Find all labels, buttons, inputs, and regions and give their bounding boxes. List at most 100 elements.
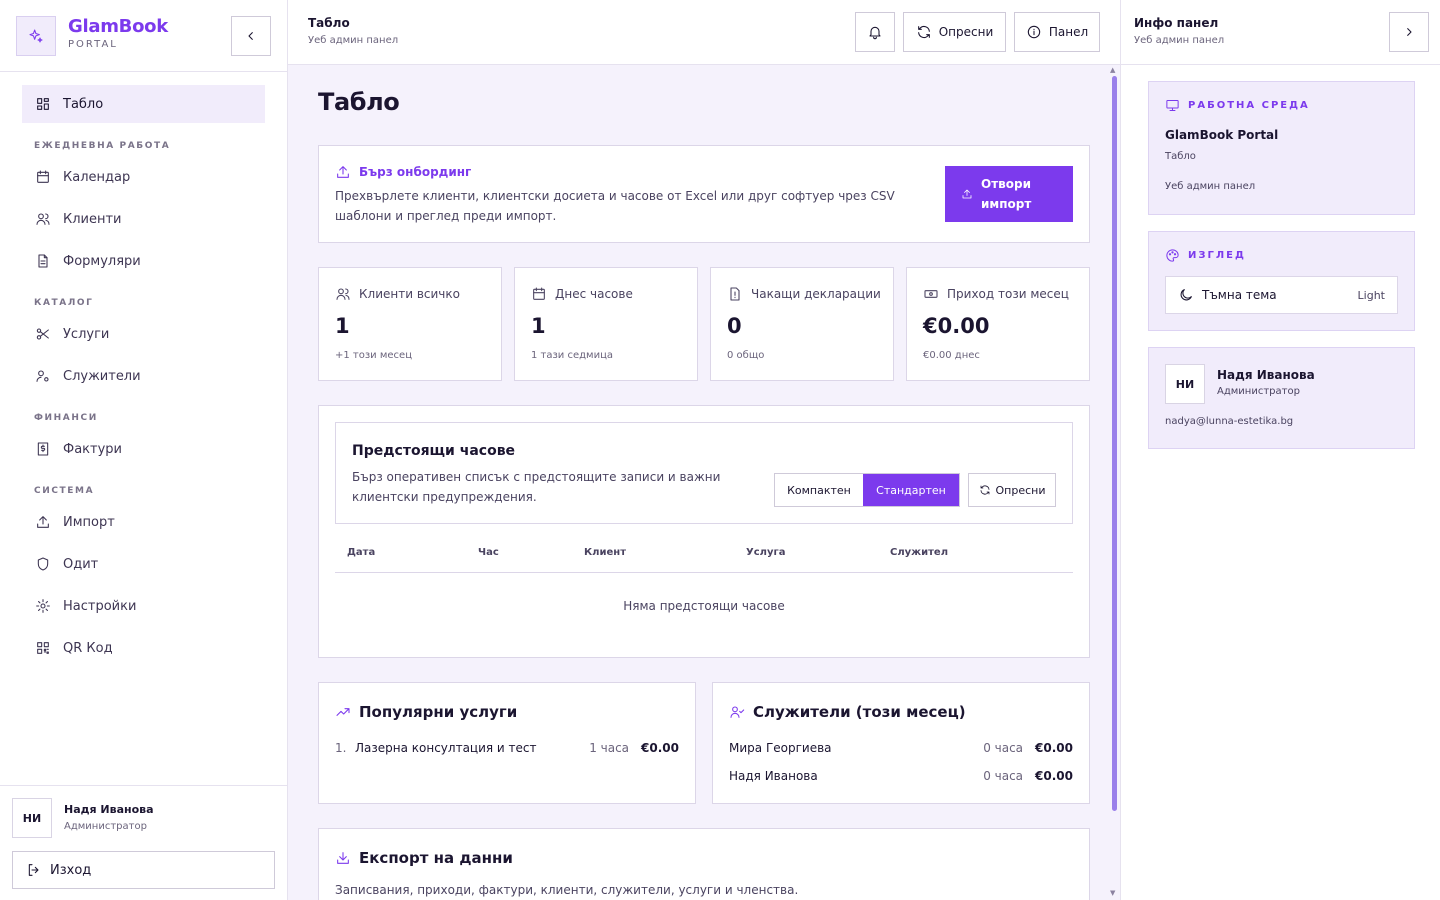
density-compact-button[interactable]: Компактен xyxy=(775,474,863,506)
sidebar-item-label: Клиенти xyxy=(63,211,122,227)
upcoming-title: Предстоящи часове xyxy=(352,443,516,459)
topbar: Табло Уеб админ панел Опресни Панел xyxy=(288,0,1120,65)
trending-up-icon xyxy=(336,708,350,716)
theme-label: Тъмна тема xyxy=(1202,288,1277,302)
staff-month-card: Служители (този месец) Мира Георгиева 0 … xyxy=(712,682,1090,804)
export-card: Експорт на данни Записвания, приходи, фа… xyxy=(318,828,1090,900)
sidebar-item-services[interactable]: Услуги xyxy=(22,315,265,353)
sidebar-item-calendar[interactable]: Календар xyxy=(22,158,265,196)
moon-icon xyxy=(1180,289,1192,301)
popular-title: Популярни услуги xyxy=(335,703,517,721)
user-cog-icon xyxy=(36,370,49,382)
avatar[interactable]: НИ xyxy=(12,798,52,838)
scroll-down-arrow[interactable]: ▼ xyxy=(1110,889,1115,897)
staff-title: Служители (този месец) xyxy=(729,703,966,721)
topbar-subtitle: Уеб админ панел xyxy=(308,35,399,46)
nav-section-finance: ФИНАНСИ xyxy=(34,413,98,423)
stat-value: 0 xyxy=(727,314,742,338)
stat-label: Днес часове xyxy=(531,286,633,302)
sparkle-logo-icon[interactable] xyxy=(16,16,56,56)
scroll-up-arrow[interactable]: ▲ xyxy=(1110,66,1115,74)
sidebar-item-label: Формуляри xyxy=(63,253,141,269)
stat-value: 1 xyxy=(531,314,546,338)
col-client[interactable]: Клиент xyxy=(584,547,626,558)
refresh-button[interactable]: Опресни xyxy=(903,12,1006,52)
user-card-email: nadya@lunna-estetika.bg xyxy=(1165,416,1294,427)
sidebar-item-staff[interactable]: Служители xyxy=(22,357,265,395)
stat-note: +1 този месец xyxy=(335,350,413,361)
sidebar-item-audit[interactable]: Одит xyxy=(22,545,265,583)
staff-hours: 0 часа xyxy=(983,769,1024,783)
sidebar-item-qr[interactable]: QR Код xyxy=(22,629,265,667)
palette-icon xyxy=(1166,249,1179,262)
user-card-name: Надя Иванова xyxy=(1217,368,1315,382)
upcoming-refresh-label: Опресни xyxy=(995,483,1046,497)
scissors-icon xyxy=(36,328,49,340)
col-date[interactable]: Дата xyxy=(347,547,375,558)
refresh-icon xyxy=(917,26,930,38)
logout-button[interactable]: Изход xyxy=(12,851,275,889)
main-scrollbar-thumb[interactable] xyxy=(1112,76,1117,811)
staff-amount: €0.00 xyxy=(1035,741,1073,755)
info-panel: Инфо панел Уеб админ панел РАБОТНА СРЕДА… xyxy=(1120,0,1440,900)
monitor-icon xyxy=(1166,100,1179,111)
export-text: Записвания, приходи, фактури, клиенти, с… xyxy=(335,883,799,897)
list-item: 1. Лазерна консултация и тест 1 часа €0.… xyxy=(335,738,679,758)
stat-card-revenue: Приход този месец €0.00 €0.00 днес xyxy=(906,267,1090,381)
collapse-sidebar-button[interactable] xyxy=(231,16,271,56)
stat-value: €0.00 xyxy=(923,314,990,338)
staff-name: Надя Иванова xyxy=(729,769,818,783)
sidebar: GlamBook PORTAL Табло ЕЖЕДНЕВНА РАБОТА К… xyxy=(0,0,288,900)
col-staff[interactable]: Служител xyxy=(890,547,948,558)
stat-card-clients: Клиенти всичко 1 +1 този месец xyxy=(318,267,502,381)
panel-label: Панел xyxy=(1048,25,1089,39)
info-panel-subtitle: Уеб админ панел xyxy=(1134,35,1225,46)
table-divider xyxy=(335,572,1073,573)
density-standard-button[interactable]: Стандартен xyxy=(863,474,959,506)
avatar[interactable]: НИ xyxy=(1165,364,1205,404)
close-panel-button[interactable] xyxy=(1389,12,1429,52)
stat-card-today: Днес часове 1 1 тази седмица xyxy=(514,267,698,381)
staff-amount: €0.00 xyxy=(1035,769,1073,783)
info-panel-title: Инфо панел xyxy=(1134,16,1219,30)
upcoming-card: Предстоящи часове Бърз оперативен списък… xyxy=(318,405,1090,658)
appearance-card: ИЗГЛЕД Тъмна тема Light xyxy=(1148,231,1415,331)
panel-button[interactable]: Панел xyxy=(1014,12,1100,52)
export-title: Експорт на данни xyxy=(335,849,513,867)
sidebar-item-invoices[interactable]: Фактури xyxy=(22,430,265,468)
chevron-left-icon xyxy=(248,32,253,40)
workspace-head-text: РАБОТНА СРЕДА xyxy=(1188,100,1310,111)
grid-icon xyxy=(37,98,49,110)
sidebar-item-forms[interactable]: Формуляри xyxy=(22,242,265,280)
dark-theme-toggle[interactable]: Тъмна тема Light xyxy=(1165,276,1398,314)
sidebar-item-dashboard[interactable]: Табло xyxy=(22,85,265,123)
sidebar-item-settings[interactable]: Настройки xyxy=(22,587,265,625)
refresh-label: Опресни xyxy=(938,25,994,39)
onboarding-title: Бърз онбординг xyxy=(335,164,471,180)
nav-section-daily: ЕЖЕДНЕВНА РАБОТА xyxy=(34,141,171,151)
list-item: Надя Иванова 0 часа €0.00 xyxy=(729,766,1073,786)
upcoming-refresh-button[interactable]: Опресни xyxy=(968,473,1056,507)
popular-services-card: Популярни услуги 1. Лазерна консултация … xyxy=(318,682,696,804)
sidebar-item-import[interactable]: Импорт xyxy=(22,503,265,541)
logout-label: Изход xyxy=(50,862,92,878)
banknote-icon xyxy=(924,290,938,298)
stat-value: 1 xyxy=(335,314,350,338)
service-hours: 1 часа xyxy=(589,741,630,755)
notifications-button[interactable] xyxy=(855,12,895,52)
rank: 1. xyxy=(335,741,347,755)
upcoming-header: Предстоящи часове Бърз оперативен списък… xyxy=(335,422,1073,524)
stat-note: 0 общо xyxy=(727,350,765,361)
export-title-text: Експорт на данни xyxy=(359,849,513,867)
col-service[interactable]: Услуга xyxy=(746,547,785,558)
user-check-icon xyxy=(730,706,745,718)
stat-note: 1 тази седмица xyxy=(531,350,614,361)
sidebar-item-clients[interactable]: Клиенти xyxy=(22,200,265,238)
staff-hours: 0 часа xyxy=(983,741,1024,755)
sidebar-item-label: Фактури xyxy=(63,441,122,457)
open-import-button[interactable]: Отвори импорт xyxy=(945,166,1073,222)
logout-icon xyxy=(28,864,39,876)
col-time[interactable]: Час xyxy=(478,547,499,558)
nav-section-system: СИСТЕМА xyxy=(34,486,95,496)
workspace-head: РАБОТНА СРЕДА xyxy=(1165,98,1310,113)
